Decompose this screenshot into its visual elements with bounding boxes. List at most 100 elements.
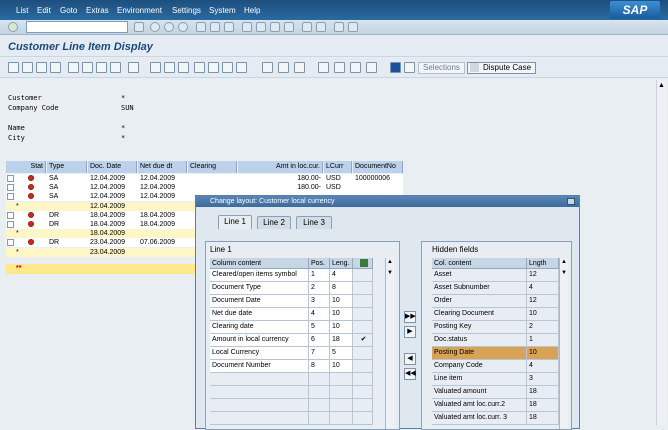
left-scroll-down-icon[interactable]: ▼ bbox=[387, 270, 393, 276]
hidden-field-row[interactable]: Posting Key 2 bbox=[432, 321, 559, 334]
find-next-icon[interactable] bbox=[224, 22, 234, 32]
col-currency[interactable]: LCurr bbox=[324, 161, 352, 173]
row-checkbox[interactable] bbox=[7, 193, 14, 201]
scroll-up-icon[interactable]: ▲ bbox=[658, 82, 665, 89]
menu-system[interactable]: System bbox=[209, 6, 236, 15]
deselect-all-icon[interactable] bbox=[110, 62, 121, 73]
help-icon[interactable] bbox=[334, 22, 344, 32]
selections-button[interactable]: Selections bbox=[418, 62, 465, 74]
change-icon[interactable] bbox=[82, 62, 93, 73]
send-icon[interactable] bbox=[366, 62, 377, 73]
layout-icon[interactable] bbox=[348, 22, 358, 32]
right-scroll-up-icon[interactable]: ▲ bbox=[561, 259, 567, 265]
col-clearing[interactable]: Clearing bbox=[188, 161, 237, 173]
cell-pos[interactable]: 4 bbox=[309, 308, 330, 321]
hidden-field-row[interactable]: Asset 12 bbox=[432, 269, 559, 282]
hidden-field-row[interactable]: Valuated amt loc.curr. 3 18 bbox=[432, 412, 559, 425]
cell-column-content[interactable]: Cleared/open items symbol bbox=[210, 269, 309, 282]
next-page-icon[interactable] bbox=[270, 22, 280, 32]
filter-icon[interactable] bbox=[194, 62, 205, 73]
copy-icon[interactable] bbox=[164, 62, 175, 73]
hidden-field-row[interactable]: Valuated amt loc.curr.2 18 bbox=[432, 399, 559, 412]
hidden-field-row[interactable]: Clearing Document 10 bbox=[432, 308, 559, 321]
layout-row[interactable]: Net due date 4 10 bbox=[210, 308, 385, 321]
cell-sum-check[interactable] bbox=[353, 347, 373, 360]
next-item-icon[interactable] bbox=[36, 62, 47, 73]
sort-descending-icon[interactable] bbox=[222, 62, 233, 73]
last-item-icon[interactable] bbox=[50, 62, 61, 73]
cell-column-content[interactable]: Clearing date bbox=[210, 321, 309, 334]
move-left-button[interactable]: ◀ bbox=[404, 353, 416, 365]
cell-pos[interactable]: 2 bbox=[309, 282, 330, 295]
cell-length[interactable]: 8 bbox=[330, 282, 353, 295]
details-icon[interactable] bbox=[150, 62, 161, 73]
hidden-field-row[interactable]: Line item 3 bbox=[432, 373, 559, 386]
empty-row[interactable] bbox=[210, 399, 385, 412]
cell-column-content[interactable]: Net due date bbox=[210, 308, 309, 321]
move-right-button[interactable]: ▶ bbox=[404, 326, 416, 338]
exit-icon[interactable] bbox=[164, 22, 174, 32]
move-all-left-button[interactable]: ◀◀ bbox=[404, 368, 416, 380]
enter-icon[interactable] bbox=[8, 22, 18, 32]
tab-line-1[interactable]: Line 1 bbox=[218, 215, 252, 229]
col-pos[interactable]: Pos. bbox=[309, 258, 330, 269]
row-checkbox[interactable] bbox=[7, 184, 14, 192]
shortcut-icon[interactable] bbox=[316, 22, 326, 32]
hidden-field-row[interactable]: Posting Date 10 bbox=[432, 347, 559, 360]
row-checkbox[interactable] bbox=[7, 211, 14, 219]
display-icon[interactable] bbox=[68, 62, 79, 73]
cell-pos[interactable]: 6 bbox=[309, 334, 330, 347]
layout-row[interactable]: Document Type 2 8 bbox=[210, 282, 385, 295]
menu-goto[interactable]: Goto bbox=[60, 6, 77, 15]
cancel-icon[interactable] bbox=[178, 22, 188, 32]
save-icon[interactable] bbox=[134, 22, 144, 32]
cell-length[interactable]: 10 bbox=[330, 308, 353, 321]
col-doc-date[interactable]: Doc. Date bbox=[88, 161, 137, 173]
hidden-field-row[interactable]: Asset Subnumber 4 bbox=[432, 282, 559, 295]
layout-row[interactable]: Cleared/open items symbol 1 4 bbox=[210, 269, 385, 282]
table-row[interactable]: SA 12.04.2009 180.00- USD 12.04.2009 bbox=[6, 183, 403, 193]
menu-list[interactable]: List bbox=[16, 6, 28, 15]
cell-sum-check[interactable] bbox=[353, 269, 373, 282]
empty-row[interactable] bbox=[210, 373, 385, 386]
cell-column-content[interactable]: Local Currency bbox=[210, 347, 309, 360]
new-session-icon[interactable] bbox=[302, 22, 312, 32]
col-column-content[interactable]: Column content bbox=[210, 258, 309, 269]
hidden-field-row[interactable]: Order 12 bbox=[432, 295, 559, 308]
last-page-icon[interactable] bbox=[284, 22, 294, 32]
print-icon[interactable] bbox=[196, 22, 206, 32]
col-net-due[interactable]: Net due dt bbox=[138, 161, 187, 173]
row-checkbox[interactable] bbox=[7, 175, 14, 182]
menu-extras[interactable]: Extras bbox=[86, 6, 109, 15]
cell-sum-check[interactable] bbox=[353, 308, 373, 321]
layout-row[interactable]: Local Currency 7 5 bbox=[210, 347, 385, 360]
menu-help[interactable]: Help bbox=[244, 6, 260, 15]
right-panel-scrollbar[interactable]: ▲ ▼ bbox=[559, 258, 568, 429]
cell-length[interactable]: 5 bbox=[330, 347, 353, 360]
previous-item-icon[interactable] bbox=[22, 62, 33, 73]
cell-pos[interactable]: 8 bbox=[309, 360, 330, 373]
info-icon[interactable] bbox=[390, 62, 401, 73]
cell-sum-check[interactable] bbox=[353, 360, 373, 373]
col-length[interactable]: Leng. bbox=[330, 258, 353, 269]
cell-sum-check[interactable]: ✔ bbox=[353, 334, 373, 347]
cell-pos[interactable]: 1 bbox=[309, 269, 330, 282]
first-page-icon[interactable] bbox=[242, 22, 252, 32]
hidden-field-row[interactable]: Company Code 4 bbox=[432, 360, 559, 373]
change-layout-icon[interactable] bbox=[334, 62, 345, 73]
empty-row[interactable] bbox=[210, 412, 385, 425]
col-lngth[interactable]: Lngth bbox=[527, 258, 559, 269]
menu-environment[interactable]: Environment bbox=[117, 6, 162, 15]
cell-pos[interactable]: 3 bbox=[309, 295, 330, 308]
layout-row[interactable]: Document Date 3 10 bbox=[210, 295, 385, 308]
vertical-scrollbar[interactable]: ▲ bbox=[656, 80, 666, 425]
print-preview-icon[interactable] bbox=[236, 62, 247, 73]
back-icon[interactable] bbox=[150, 22, 160, 32]
save-layout-icon[interactable] bbox=[350, 62, 361, 73]
menu-edit[interactable]: Edit bbox=[37, 6, 51, 15]
cell-length[interactable]: 10 bbox=[330, 295, 353, 308]
layout-row[interactable]: Amount in local currency 6 18 ✔ bbox=[210, 334, 385, 347]
word-processing-icon[interactable] bbox=[278, 62, 289, 73]
cell-column-content[interactable]: Document Number bbox=[210, 360, 309, 373]
hidden-field-row[interactable]: Doc.status 1 bbox=[432, 334, 559, 347]
